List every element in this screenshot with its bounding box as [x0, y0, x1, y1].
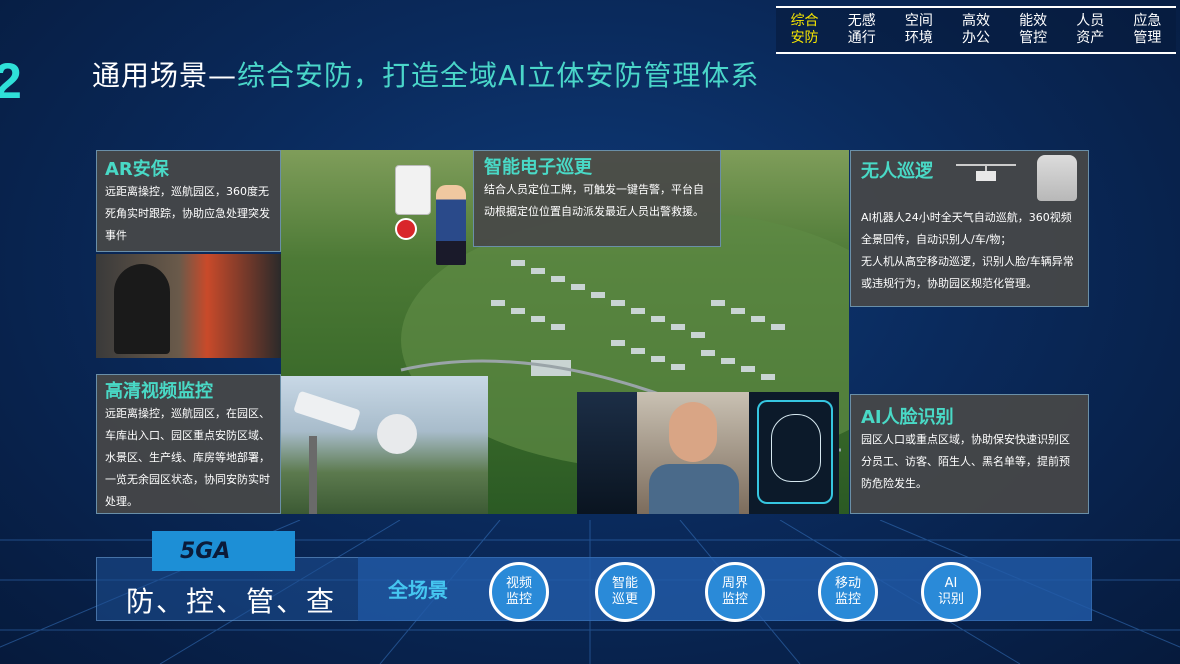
cctv-camera-photo	[281, 376, 488, 514]
ar-guard-photo	[96, 254, 281, 358]
top-nav: 综合 安防 无感 通行 空间 环境 高效 办公 能效 管控 人员 资产 应急 管…	[776, 6, 1176, 54]
dome-camera-icon	[377, 414, 417, 454]
smart-patrol-text: 结合人员定位工牌，可触发一键告警，平台自动根据定位位置自动派发最近人员出警救援。	[484, 183, 704, 218]
title-prefix: 通用场景—	[92, 59, 238, 92]
face-recognition-photo	[577, 392, 839, 514]
robot-icon	[1037, 155, 1077, 201]
alarm-icon	[395, 218, 417, 240]
page-title: 通用场景—综合安防，打造全域AI立体安防管理体系	[92, 54, 759, 94]
smart-patrol-title: 智能电子巡更	[484, 157, 592, 178]
circle-label-line2: 监控	[721, 592, 748, 607]
slide-number: 2	[0, 53, 22, 109]
smart-patrol-panel: 智能电子巡更 结合人员定位工牌，可触发一键告警，平台自动根据定位位置自动派发最近…	[473, 150, 721, 247]
unmanned-patrol-text-1: AI机器人24小时全天气自动巡航，360视频全景回传，自动识别人/车/物；	[861, 211, 1072, 246]
circle-mobile-monitoring[interactable]: 移动 监控	[818, 562, 878, 622]
nav-label-line1: 人员	[1076, 13, 1105, 29]
nav-label-line1: 无感	[847, 13, 876, 29]
circle-label-line1: 周界	[721, 576, 748, 591]
badge-icon	[395, 165, 431, 215]
circle-label-line2: 监控	[505, 592, 532, 607]
nav-label-line2: 安防	[790, 30, 819, 46]
nav-item-security[interactable]: 综合 安防	[776, 8, 833, 52]
circle-label-line2: 巡更	[611, 592, 638, 607]
circle-label-line1: 移动	[834, 576, 861, 591]
circle-ai-recognition[interactable]: AI 识别	[921, 562, 981, 622]
nav-label-line2: 环境	[904, 30, 933, 46]
tag-5ga: 5GA	[152, 531, 295, 571]
nav-label-line1: 应急	[1133, 13, 1162, 29]
ar-security-title: AR安保	[105, 159, 169, 180]
circle-perimeter-monitoring[interactable]: 周界 监控	[705, 562, 765, 622]
unmanned-patrol-panel: 无人巡逻 AI机器人24小时全天气自动巡航，360视频全景回传，自动识别人/车/…	[850, 150, 1089, 307]
circle-label-line2: 识别	[937, 592, 964, 607]
title-highlight: 综合安防，打造全域AI立体安防管理体系	[237, 59, 760, 92]
face-scan-icon	[757, 400, 833, 504]
face-recognition-title: AI人脸识别	[861, 407, 954, 428]
nav-item-environment[interactable]: 空间 环境	[890, 8, 947, 52]
drone-icon	[951, 157, 1021, 193]
nav-label-line1: 综合	[790, 13, 819, 29]
guard-figure-icon	[436, 185, 466, 265]
nav-label-line1: 高效	[961, 13, 990, 29]
unmanned-patrol-text-2: 无人机从高空移动巡逻，识别人脸/车辆异常或违规行为，协助园区规范化管理。	[861, 255, 1074, 290]
nav-label-line1: 能效	[1019, 13, 1048, 29]
circle-label-line1: 视频	[505, 576, 532, 591]
circle-label-line2: 监控	[834, 592, 861, 607]
nav-label-line2: 通行	[847, 30, 876, 46]
nav-item-passage[interactable]: 无感 通行	[833, 8, 890, 52]
nav-item-office[interactable]: 高效 办公	[947, 8, 1004, 52]
hd-video-panel: 高清视频监控 远距离操控，巡航园区，在园区、车库出入口、园区重点安防区域、水景区…	[96, 374, 281, 514]
all-scene-label: 全场景	[388, 578, 448, 602]
nav-item-assets[interactable]: 人员 资产	[1062, 8, 1119, 52]
nav-label-line2: 管控	[1019, 30, 1048, 46]
circle-smart-patrol[interactable]: 智能 巡更	[595, 562, 655, 622]
camera-icon	[293, 390, 361, 432]
circle-video-monitoring[interactable]: 视频 监控	[489, 562, 549, 622]
hd-video-title: 高清视频监控	[105, 381, 213, 402]
ar-security-panel: AR安保 远距离操控，巡航园区，360度无死角实时跟踪，协助应急处理突发事件	[96, 150, 281, 252]
ar-security-text: 远距离操控，巡航园区，360度无死角实时跟踪，协助应急处理突发事件	[105, 185, 270, 242]
circle-label-line1: AI	[944, 576, 958, 591]
face-recognition-panel: AI人脸识别 园区人口或重点区域，协助保安快速识别区分员工、访客、陌生人、黑名单…	[850, 394, 1089, 514]
nav-item-energy[interactable]: 能效 管控	[1005, 8, 1062, 52]
nav-label-line2: 资产	[1076, 30, 1105, 46]
nav-label-line2: 办公	[961, 30, 990, 46]
circle-label-line1: 智能	[611, 576, 638, 591]
nav-label-line1: 空间	[904, 13, 933, 29]
face-recognition-text: 园区人口或重点区域，协助保安快速识别区分员工、访客、陌生人、黑名单等，提前预防危…	[861, 433, 1070, 490]
hd-video-text: 远距离操控，巡航园区，在园区、车库出入口、园区重点安防区域、水景区、生产线、库房…	[105, 407, 270, 508]
nav-item-emergency[interactable]: 应急 管理	[1119, 8, 1176, 52]
nav-label-line2: 管理	[1133, 30, 1162, 46]
slogan: 防、控、管、查	[126, 585, 337, 618]
